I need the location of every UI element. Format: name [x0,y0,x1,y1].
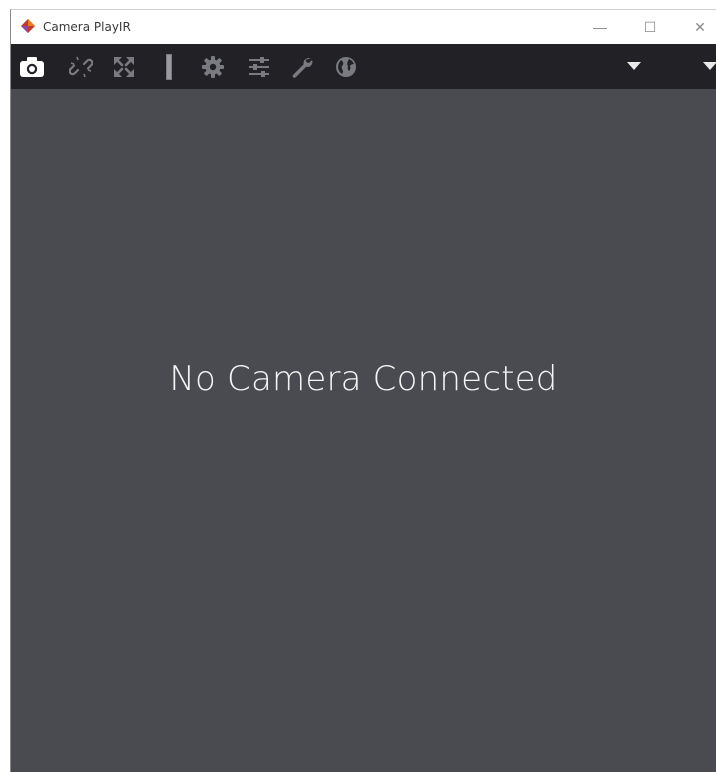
camera-button[interactable] [19,54,45,80]
minimize-button[interactable]: — [577,10,623,44]
sliders-icon [249,57,269,77]
minimize-icon: — [593,19,607,35]
wrench-icon [292,58,313,78]
level-bar-icon [166,54,172,80]
gear-icon [202,56,224,78]
globe-icon [336,57,356,77]
app-window: Camera PlayIR — ☐ ✕ No Camera Connected [10,9,716,772]
level-button[interactable] [156,54,182,80]
dropdown-1-arrow-icon[interactable] [627,62,641,70]
title-bar: Camera PlayIR — ☐ ✕ [11,10,716,44]
toolbar [11,44,716,89]
close-button[interactable]: ✕ [677,10,716,44]
dropdown-2-arrow-icon[interactable] [703,62,716,70]
camera-view: No Camera Connected [11,89,716,772]
tools-button[interactable] [289,54,315,80]
app-logo-icon [21,19,35,33]
adjustments-button[interactable] [246,54,272,80]
window-title: Camera PlayIR [43,20,131,34]
disconnect-button[interactable] [68,54,94,80]
no-camera-message: No Camera Connected [169,359,558,399]
fullscreen-icon [114,57,134,77]
maximize-icon: ☐ [643,18,657,35]
network-button[interactable] [333,54,359,80]
maximize-button[interactable]: ☐ [627,10,673,44]
settings-button[interactable] [200,54,226,80]
close-icon: ✕ [694,18,706,35]
link-broken-icon [69,56,93,78]
fullscreen-button[interactable] [111,54,137,80]
camera-icon [20,57,44,77]
